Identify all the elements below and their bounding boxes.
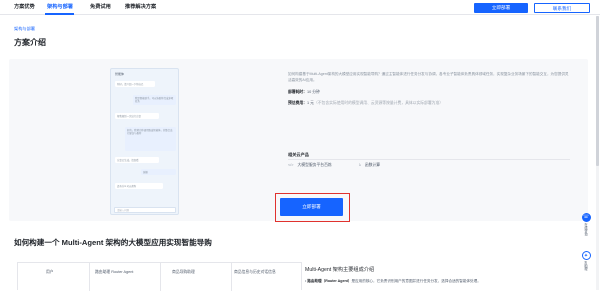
tab-recommended-solutions[interactable]: 推荐解决方案	[125, 3, 156, 10]
deploy-now-main-button[interactable]: 立即部署	[280, 198, 343, 216]
active-tab-indicator	[45, 13, 74, 15]
contact-us-button[interactable]: 联系我们	[534, 2, 590, 13]
deploy-now-button[interactable]: 立即部署	[474, 2, 528, 13]
scrollbar-thumb[interactable]	[596, 16, 599, 166]
float-label: AI助理	[583, 261, 588, 271]
chat-bubble: 谢谢	[141, 169, 176, 176]
solution-description: 如何构建基于Multi-Agent架构的大模型应用实现智能导购？通过主智能体进行…	[288, 72, 569, 82]
table-header: 商品导购助理	[172, 270, 195, 274]
estimated-cost: 预估费用：1 元（不包含实际使用时的模型调用、云资源等按量计费，具体以实际部署为…	[288, 101, 443, 106]
online-consult-button[interactable]: ☏ 在线咨询	[579, 213, 593, 236]
column-divider	[231, 263, 232, 291]
demo-chat-preview: 智能体 你好，请介绍一下你自己 我是智能助手，可以协助你完成多项任务 帮我规划一…	[110, 68, 179, 215]
chat-bubble: 好的，我将为你调用路由智能体，并整合出行建议与推荐	[125, 127, 176, 151]
floating-side-bar: ☏ 在线咨询 ✦ AI助理	[579, 213, 593, 281]
section-title: 如何构建一个 Multi-Agent 架构的大模型应用实现智能导购	[14, 238, 212, 247]
code-icon: </>	[288, 163, 294, 167]
deploy-time: 部署耗时：10 分钟	[288, 90, 320, 95]
page-title: 方案介绍	[14, 38, 46, 47]
demo-chat-header: 智能体	[115, 72, 125, 76]
bullet-text: 是应用的核心，它负责识别用户的意图并进行任务分发，选择合适的智能体处理。	[351, 279, 481, 283]
product-function-compute[interactable]: λ 函数计算	[359, 163, 380, 168]
chat-bubble: 你好，请介绍一下你自己	[115, 81, 155, 88]
sparkle-icon: ✦	[581, 251, 591, 260]
demo-chat-input: 请输入问题	[114, 207, 176, 213]
product-label: 函数计算	[364, 163, 381, 167]
deploy-time-value: 10 分钟	[306, 90, 320, 94]
deploy-time-label: 部署耗时：	[288, 90, 307, 94]
chat-bubble: 方案已生成，请查看	[115, 157, 159, 164]
table-header: 用户	[46, 270, 54, 274]
tab-architecture[interactable]: 架构与部署	[47, 3, 73, 10]
divider	[288, 159, 570, 160]
top-nav: 方案优势 架构与部署 免费试用 推荐解决方案 立即部署 联系我们	[0, 0, 600, 15]
ai-assistant-button[interactable]: ✦ AI助理	[579, 251, 593, 270]
cost-label: 预估费用：	[288, 101, 307, 105]
architecture-intro-bullet: • 路由助理（Router Agent）是应用的核心，它负责识别用户的意图并进行…	[305, 279, 481, 283]
bullet-bold: 路由助理（Router Agent）	[307, 279, 352, 283]
float-label: 在线咨询	[583, 223, 588, 236]
table-header: 路由助理 Router Agent	[95, 270, 134, 274]
column-divider	[160, 263, 161, 291]
table-header: 商品信息与历史对话信息	[234, 270, 276, 274]
product-bailian[interactable]: </> 大模型服务平台百炼	[288, 163, 332, 168]
cost-note: （不包含实际使用时的模型调用、云资源等按量计费，具体以实际部署为准）	[313, 101, 444, 105]
chat-bubble: 帮我规划一次出行方案	[115, 113, 159, 120]
chat-bubble: 还有什么可以帮你	[115, 183, 163, 190]
product-label: 大模型服务平台百炼	[297, 163, 332, 167]
architecture-table: 用户 路由助理 Router Agent 商品导购助理 商品信息与历史对话信息	[17, 262, 302, 291]
lambda-icon: λ	[359, 163, 361, 167]
tab-free-trial[interactable]: 免费试用	[90, 3, 111, 10]
breadcrumb[interactable]: 架构与部署	[14, 26, 35, 32]
column-divider	[89, 263, 90, 291]
architecture-intro-title: Multi-Agent 架构主要组成介绍	[305, 267, 375, 273]
related-products-title: 相关云产品	[288, 152, 309, 157]
cost-value: 1 元	[306, 101, 314, 105]
cta-highlight-box: 立即部署	[275, 193, 350, 222]
chat-bubble: 我是智能助手，可以协助你完成多项任务	[133, 95, 176, 105]
phone-icon: ☏	[581, 213, 591, 222]
tab-advantages[interactable]: 方案优势	[14, 3, 35, 10]
